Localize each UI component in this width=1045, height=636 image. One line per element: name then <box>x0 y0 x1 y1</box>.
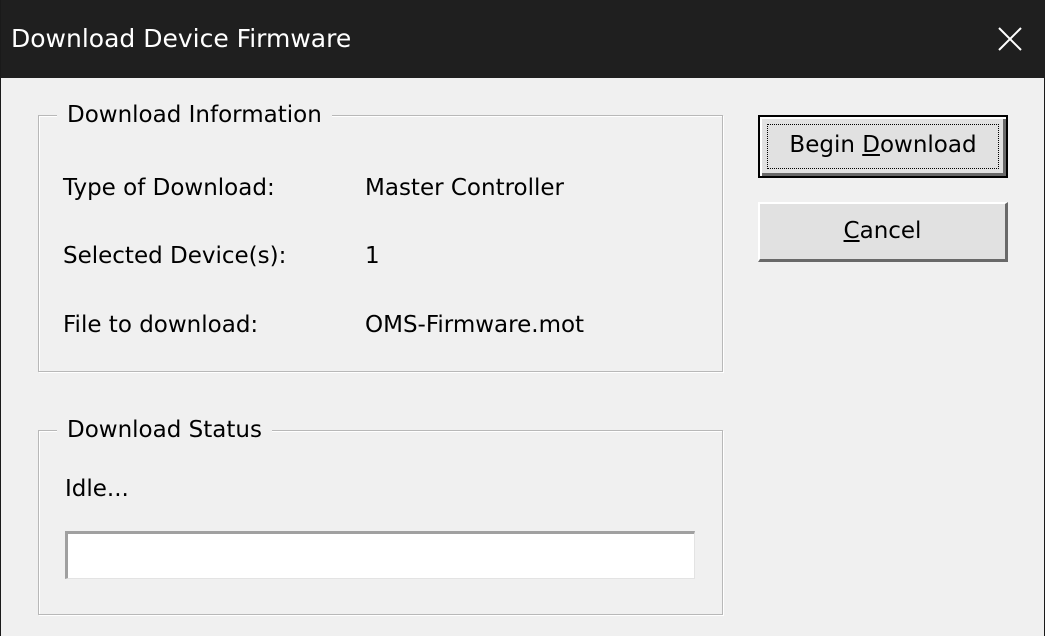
type-of-download-value: Master Controller <box>365 175 564 201</box>
cancel-button[interactable]: Cancel <box>758 202 1008 262</box>
cancel-label: Cancel <box>843 218 922 244</box>
file-to-download-label: File to download: <box>63 312 259 338</box>
status-text: Idle... <box>65 476 129 502</box>
download-information-group: Download Information Type of Download: M… <box>38 99 723 372</box>
download-status-legend: Download Status <box>57 414 272 446</box>
file-to-download-value: OMS-Firmware.mot <box>365 312 585 338</box>
download-information-legend: Download Information <box>57 99 332 131</box>
window-title: Download Device Firmware <box>11 24 352 53</box>
close-button[interactable] <box>974 0 1045 78</box>
begin-download-label: Begin Download <box>789 132 977 158</box>
begin-download-button[interactable]: Begin Download <box>758 115 1008 178</box>
dialog-window: Download Device Firmware Download Inform… <box>0 0 1045 636</box>
type-of-download-label: Type of Download: <box>63 175 275 201</box>
title-bar[interactable]: Download Device Firmware <box>1 0 1045 78</box>
selected-devices-value: 1 <box>365 243 380 269</box>
selected-devices-label: Selected Device(s): <box>63 243 287 269</box>
download-status-group: Download Status Idle... <box>38 414 723 615</box>
close-icon <box>998 27 1022 51</box>
download-progress-bar <box>65 531 695 579</box>
